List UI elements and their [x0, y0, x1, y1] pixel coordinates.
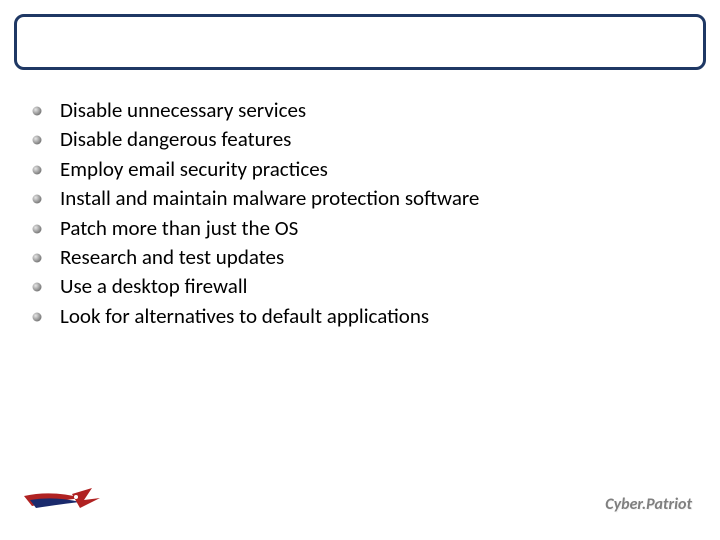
list-item: Research and test updates — [32, 243, 692, 272]
list-item-text: Research and test updates — [60, 244, 284, 270]
footer-brand: Cyber.Patriot — [605, 495, 692, 514]
list-item: Employ email security practices — [32, 155, 692, 184]
list-item-text: Disable dangerous features — [60, 126, 291, 152]
bullet-icon — [32, 224, 42, 234]
list-item-text: Patch more than just the OS — [60, 215, 298, 241]
list-item-text: Use a desktop firewall — [60, 273, 248, 299]
bullet-icon — [32, 165, 42, 175]
list-item: Look for alternatives to default applica… — [32, 302, 692, 331]
list-item: Disable dangerous features — [32, 125, 692, 154]
bullet-list: Disable unnecessary services Disable dan… — [32, 96, 692, 331]
list-item-text: Employ email security practices — [60, 156, 328, 182]
list-item: Use a desktop firewall — [32, 272, 692, 301]
bullet-icon — [32, 135, 42, 145]
content-area: Disable unnecessary services Disable dan… — [32, 96, 692, 331]
bullet-icon — [32, 253, 42, 263]
bullet-icon — [32, 312, 42, 322]
list-item-text: Look for alternatives to default applica… — [60, 303, 429, 329]
list-item-text: Install and maintain malware protection … — [60, 185, 479, 211]
list-item: Patch more than just the OS — [32, 214, 692, 243]
title-box — [14, 14, 706, 70]
list-item-text: Disable unnecessary services — [60, 97, 306, 123]
logo — [22, 486, 102, 516]
list-item: Disable unnecessary services — [32, 96, 692, 125]
bullet-icon — [32, 282, 42, 292]
bullet-icon — [32, 194, 42, 204]
bullet-icon — [32, 106, 42, 116]
list-item: Install and maintain malware protection … — [32, 184, 692, 213]
